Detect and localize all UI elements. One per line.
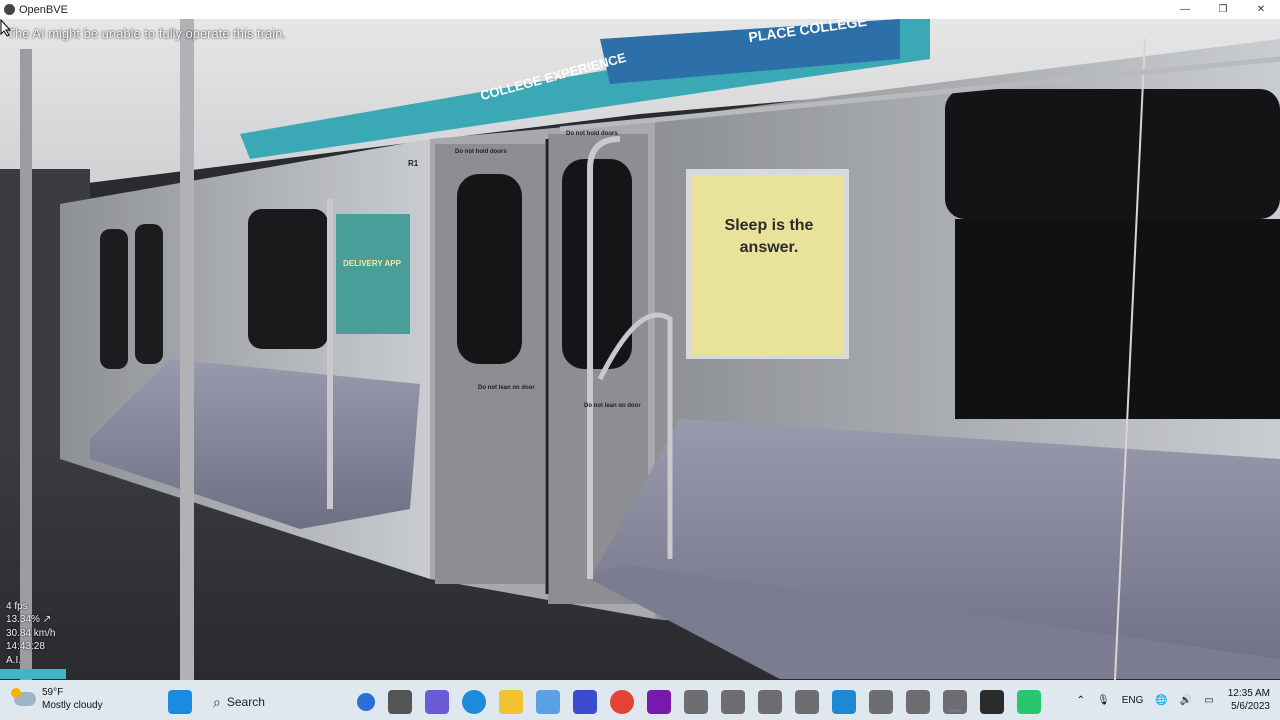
car-number: R1 <box>408 159 419 168</box>
fps-readout: 4 fps <box>6 601 28 612</box>
taskbar-search[interactable]: ⌕ Search <box>205 688 345 716</box>
clock-date: 5/6/2023 <box>1231 701 1270 712</box>
train-viewport[interactable]: COLLEGE EXPERIENCE PLACE COLLEGE DELIVER… <box>0 19 1280 680</box>
clock-time: 12:35 AM <box>1227 688 1270 699</box>
network-icon[interactable]: 🌐 <box>1155 695 1167 706</box>
hud-stats: 4 fps 13.34% ↗ 30.84 km/h 14:43:28 A.I. <box>6 600 55 667</box>
weather-desc: Mostly cloudy <box>42 700 103 711</box>
gradient-readout: 13.34% ↗ <box>6 614 52 626</box>
chrome-icon[interactable] <box>610 690 634 714</box>
lean-sign-left: Do not lean on door <box>478 385 535 391</box>
door-sign-right: Do not hold doors <box>566 131 618 137</box>
minimize-button[interactable]: — <box>1166 0 1204 19</box>
weather-temp: 59°F <box>42 687 64 698</box>
openbve-icon-4[interactable] <box>795 690 819 714</box>
store-icon[interactable] <box>536 690 560 714</box>
microphone-icon[interactable]: 🎙 <box>1097 695 1110 706</box>
mode-readout: A.I. <box>6 654 22 666</box>
door-sign-left: Do not hold doors <box>455 149 507 155</box>
windows-start-icon[interactable] <box>168 690 192 714</box>
restore-button[interactable]: ❐ <box>1204 0 1242 19</box>
sleep-ad-text: Sleep is the answer. <box>724 217 814 256</box>
mouse-cursor-icon <box>0 19 12 37</box>
volume-icon[interactable]: 🔊 <box>1180 695 1192 706</box>
openbve-app-icon <box>4 4 15 15</box>
openbve-icon-5[interactable] <box>869 690 893 714</box>
search-label: Search <box>226 695 265 709</box>
lean-sign-right: Do not lean on door <box>584 403 641 409</box>
app-blue-icon[interactable] <box>573 690 597 714</box>
file-explorer-icon[interactable] <box>499 690 523 714</box>
vscode-icon[interactable] <box>832 690 856 714</box>
openbve-icon-6[interactable] <box>906 690 930 714</box>
window-controls: — ❐ ✕ <box>1166 0 1280 19</box>
openbve-icon-3[interactable] <box>758 690 782 714</box>
delivery-app-ad: DELIVERY APP <box>343 259 401 268</box>
search-icon: ⌕ <box>213 693 221 710</box>
task-view-icon[interactable] <box>388 690 412 714</box>
hud-strip <box>0 669 66 679</box>
weather-widget[interactable]: 59°F Mostly cloudy <box>11 686 103 712</box>
openbve-icon-1[interactable] <box>684 690 708 714</box>
language-indicator[interactable]: ENG <box>1122 695 1144 706</box>
window-title: OpenBVE <box>19 3 68 16</box>
ai-warning-message: The AI might be unable to fully operate … <box>7 26 286 41</box>
close-button[interactable]: ✕ <box>1242 0 1280 19</box>
bing-icon[interactable] <box>357 693 375 711</box>
system-tray: ⌃ 🎙 ENG 🌐 🔊 ▭ 12:35 AM 5/6/2023 <box>1065 680 1270 720</box>
onenote-icon[interactable] <box>647 690 671 714</box>
taskbar-apps: ⌕ Search <box>168 688 1054 716</box>
chat-icon[interactable] <box>425 690 449 714</box>
terminal-icon[interactable] <box>980 690 1004 714</box>
discord-icon[interactable] <box>1017 690 1041 714</box>
taskbar: 59°F Mostly cloudy ⌕ Search ⌃ 🎙 ENG 🌐 🔊 … <box>0 680 1280 720</box>
time-readout: 14:43:28 <box>6 641 45 653</box>
cloud-icon <box>11 688 36 706</box>
subway-car-interior <box>0 19 1280 680</box>
edge-icon[interactable] <box>462 690 486 714</box>
taskbar-clock[interactable]: 12:35 AM 5/6/2023 <box>1228 687 1270 713</box>
window-titlebar: OpenBVE — ❐ ✕ <box>0 0 1280 19</box>
openbve-icon-2[interactable] <box>721 690 745 714</box>
battery-icon[interactable]: ▭ <box>1204 695 1213 706</box>
openbve-icon-active[interactable] <box>943 690 967 714</box>
chevron-up-icon[interactable]: ⌃ <box>1077 695 1085 706</box>
speed-readout: 30.84 km/h <box>6 627 56 639</box>
